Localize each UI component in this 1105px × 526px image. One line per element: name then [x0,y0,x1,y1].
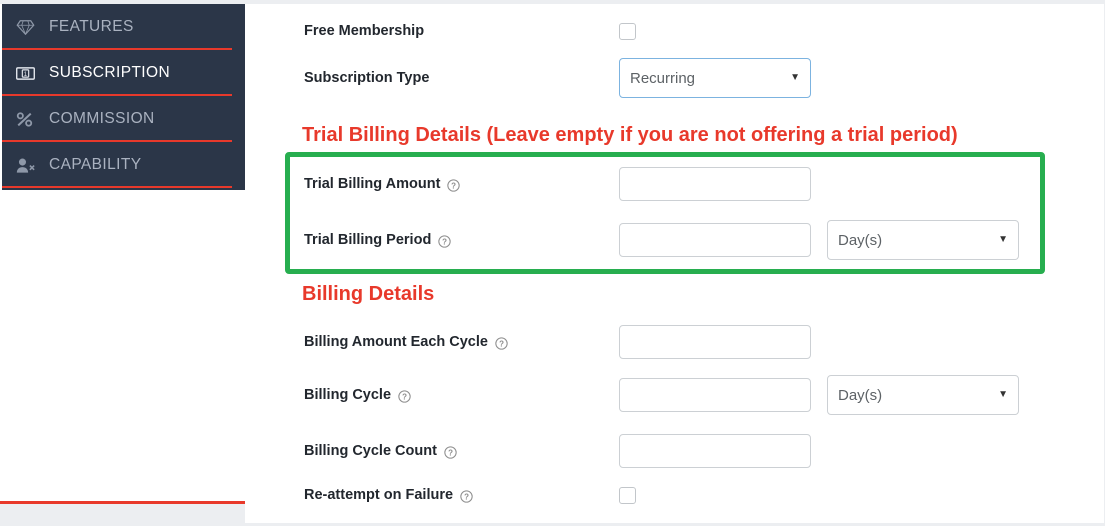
user-times-icon [16,157,38,173]
question-circle-icon[interactable]: ? [447,178,461,192]
field-subscription-type: Subscription Type Recurring ▼ [304,58,1104,98]
billing-amount-each-cycle-label: Billing Amount Each Cycle ? [304,334,619,350]
billing-details-heading: Billing Details [302,283,435,305]
field-billing-cycle: Billing Cycle ? Day(s) ▼ [304,375,1104,415]
svg-text:?: ? [451,181,456,190]
chevron-down-icon: ▼ [790,72,800,83]
sidebar-item-label: CAPABILITY [49,156,142,173]
page-root: FEATURES 1 SUBSCRIPTION COMMISSION CAPAB… [0,0,1105,526]
field-billing-cycle-count: Billing Cycle Count ? [304,434,1104,468]
sidebar-item-label: COMMISSION [49,110,155,127]
reattempt-on-failure-checkbox[interactable] [619,486,636,504]
field-trial-billing-period: Trial Billing Period ? Day(s) ▼ [304,220,1104,260]
sidebar-item-commission[interactable]: COMMISSION [2,96,245,142]
free-membership-label: Free Membership [304,23,425,39]
trial-billing-period-input[interactable] [619,223,811,257]
billing-cycle-count-label: Billing Cycle Count ? [304,443,619,459]
svg-text:?: ? [499,339,504,348]
trial-billing-heading: Trial Billing Details (Leave empty if yo… [302,124,958,146]
sidebar-nav: FEATURES 1 SUBSCRIPTION COMMISSION CAPAB… [2,4,245,190]
svg-text:?: ? [402,392,407,401]
trial-billing-amount-label: Trial Billing Amount ? [304,176,619,192]
billing-cycle-input[interactable] [619,378,811,412]
field-trial-billing-amount: Trial Billing Amount ? [304,167,1104,201]
chevron-down-icon: ▼ [998,234,1008,245]
billing-cycle-unit-value: Day(s) [838,386,883,404]
sidebar-item-label: SUBSCRIPTION [49,64,171,81]
field-billing-amount-each-cycle: Billing Amount Each Cycle ? [304,325,1104,359]
sidebar-item-capability[interactable]: CAPABILITY [2,142,245,188]
subscription-type-select[interactable]: Recurring ▼ [619,58,811,98]
percent-icon [16,111,38,127]
sidebar-item-label: FEATURES [49,18,134,35]
svg-text:1: 1 [24,70,28,77]
billing-cycle-count-input[interactable] [619,434,811,468]
gem-icon [16,19,38,35]
svg-text:?: ? [442,237,447,246]
trial-billing-period-unit-select[interactable]: Day(s) ▼ [827,220,1019,260]
billing-cycle-label: Billing Cycle ? [304,387,619,403]
svg-text:?: ? [448,448,453,457]
sidebar-item-features[interactable]: FEATURES [2,4,245,50]
question-circle-icon[interactable]: ? [495,336,508,350]
subscription-type-value: Recurring [630,69,696,87]
sidebar-item-subscription[interactable]: 1 SUBSCRIPTION [2,50,245,96]
question-circle-icon[interactable]: ? [438,234,451,248]
subscription-form: Free Membership Subscription Type Recurr… [245,4,1104,523]
subscription-type-label: Subscription Type [304,70,430,86]
money-bill-icon: 1 [16,65,38,81]
question-circle-icon[interactable]: ? [398,389,411,403]
trial-billing-period-unit-value: Day(s) [838,231,883,249]
trial-billing-amount-input[interactable] [619,167,811,201]
question-circle-icon[interactable]: ? [444,445,457,459]
field-free-membership: Free Membership [304,14,1104,48]
question-circle-icon[interactable]: ? [460,489,473,503]
chevron-down-icon: ▼ [998,389,1008,400]
field-reattempt-on-failure: Re-attempt on Failure ? [304,478,1104,512]
billing-amount-each-cycle-input[interactable] [619,325,811,359]
reattempt-on-failure-label: Re-attempt on Failure ? [304,487,619,503]
svg-text:?: ? [464,492,469,501]
billing-cycle-unit-select[interactable]: Day(s) ▼ [827,375,1019,415]
free-membership-checkbox[interactable] [619,22,636,40]
trial-billing-period-label: Trial Billing Period ? [304,232,619,248]
